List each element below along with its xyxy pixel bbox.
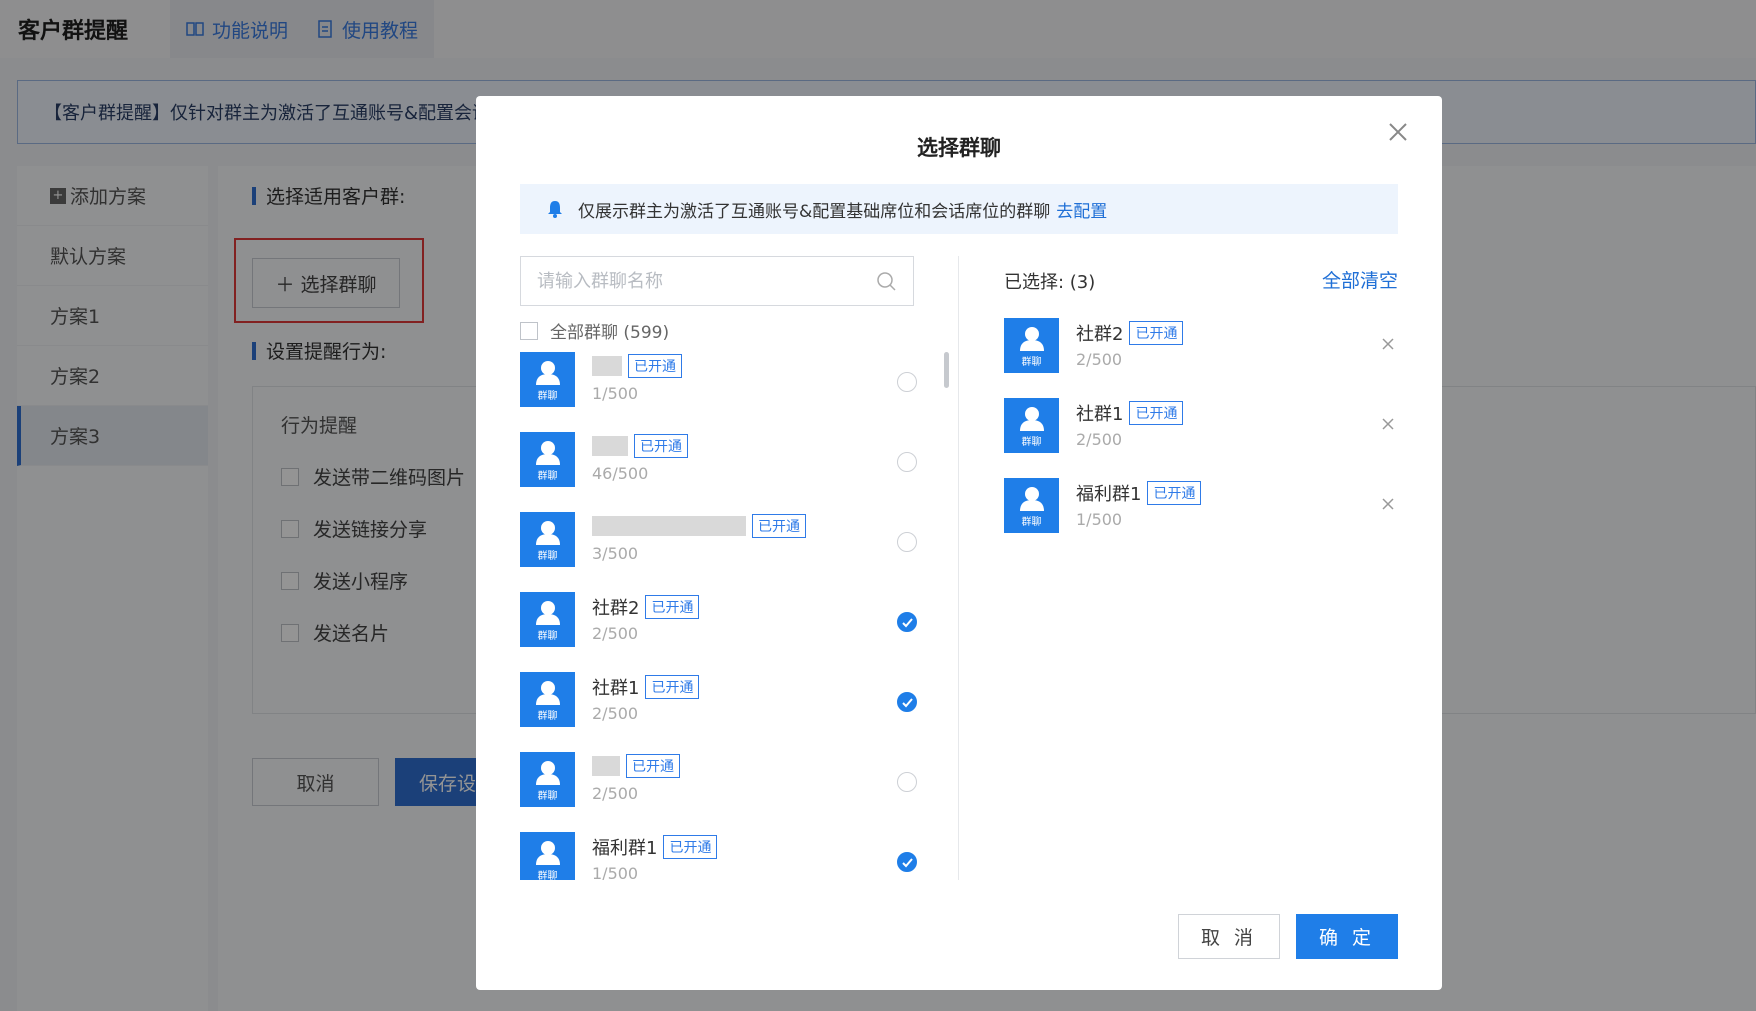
group-name: 已开通 xyxy=(592,754,680,778)
list-item[interactable]: 群聊 社群2 已开通 2/500 xyxy=(520,592,920,662)
selected-item: 群聊 福利群1 已开通 1/500 xyxy=(1004,478,1398,548)
select-radio[interactable] xyxy=(897,372,917,392)
status-badge: 已开通 xyxy=(645,595,700,619)
group-avatar: 群聊 xyxy=(520,832,575,880)
select-radio[interactable] xyxy=(897,692,917,712)
group-icon xyxy=(536,681,560,705)
redacted-name xyxy=(592,356,622,376)
group-name: 已开通 xyxy=(592,514,806,538)
group-icon xyxy=(1020,327,1044,351)
remove-icon[interactable] xyxy=(1378,494,1398,514)
configure-link[interactable]: 去配置 xyxy=(1056,197,1107,222)
member-count: 46/500 xyxy=(592,464,649,483)
status-badge: 已开通 xyxy=(663,835,718,859)
list-item[interactable]: 群聊 已开通 46/500 xyxy=(520,432,920,502)
list-item[interactable]: 群聊 已开通 1/500 xyxy=(520,352,920,422)
group-avatar: 群聊 xyxy=(520,752,575,807)
check-icon xyxy=(902,698,913,708)
selected-item: 群聊 社群1 已开通 2/500 xyxy=(1004,398,1398,468)
group-name: 已开通 xyxy=(592,434,688,458)
list-item[interactable]: 群聊 已开通 2/500 xyxy=(520,752,920,822)
member-count: 3/500 xyxy=(592,544,639,563)
remove-icon[interactable] xyxy=(1378,414,1398,434)
list-item[interactable]: 群聊 福利群1 已开通 1/500 xyxy=(520,832,920,880)
group-name: 社群1 已开通 xyxy=(1076,400,1184,426)
select-all-checkbox[interactable]: 全部群聊 (599) xyxy=(520,318,669,343)
modal-title: 选择群聊 xyxy=(917,136,1001,160)
select-radio[interactable] xyxy=(897,532,917,552)
list-item[interactable]: 群聊 社群1 已开通 2/500 xyxy=(520,672,920,742)
status-badge: 已开通 xyxy=(1147,481,1202,505)
group-avatar: 群聊 xyxy=(1004,478,1059,533)
remove-icon[interactable] xyxy=(1378,334,1398,354)
member-count: 2/500 xyxy=(1076,350,1123,369)
group-icon xyxy=(1020,487,1044,511)
status-badge: 已开通 xyxy=(626,754,680,778)
group-avatar: 群聊 xyxy=(1004,318,1059,373)
member-count: 2/500 xyxy=(592,624,639,643)
member-count: 1/500 xyxy=(592,384,639,403)
clear-all-link[interactable]: 全部清空 xyxy=(1322,266,1398,293)
redacted-name xyxy=(592,756,620,776)
group-icon xyxy=(536,441,560,465)
group-name: 福利群1 已开通 xyxy=(592,834,718,860)
member-count: 1/500 xyxy=(592,864,639,880)
select-group-modal: 选择群聊 仅展示群主为激活了互通账号&配置基础席位和会话席位的群聊 去配置 全部… xyxy=(476,96,1442,990)
search-icon[interactable] xyxy=(875,270,897,292)
group-icon xyxy=(536,361,560,385)
group-icon xyxy=(1020,407,1044,431)
checkbox[interactable] xyxy=(520,321,538,340)
status-badge: 已开通 xyxy=(1129,321,1184,345)
list-item[interactable]: 群聊 已开通 3/500 xyxy=(520,512,920,582)
group-avatar: 群聊 xyxy=(520,672,575,727)
modal-cancel-button[interactable]: 取 消 xyxy=(1178,914,1280,959)
select-radio[interactable] xyxy=(897,852,917,872)
group-icon xyxy=(536,841,560,865)
select-radio[interactable] xyxy=(897,452,917,472)
group-avatar: 群聊 xyxy=(520,432,575,487)
bell-icon xyxy=(548,201,562,218)
member-count: 2/500 xyxy=(592,784,639,803)
selected-count: 已选择: (3) xyxy=(1004,272,1096,293)
status-badge: 已开通 xyxy=(645,675,700,699)
group-icon xyxy=(536,761,560,785)
group-avatar: 群聊 xyxy=(520,352,575,407)
group-avatar: 群聊 xyxy=(520,592,575,647)
group-name: 社群2 已开通 xyxy=(1076,320,1184,346)
check-icon xyxy=(902,618,913,628)
status-badge: 已开通 xyxy=(752,514,806,538)
member-count: 1/500 xyxy=(1076,510,1123,529)
group-name: 福利群1 已开通 xyxy=(1076,480,1202,506)
search-box xyxy=(520,256,914,306)
group-avatar: 群聊 xyxy=(520,512,575,567)
member-count: 2/500 xyxy=(592,704,639,723)
group-icon xyxy=(536,601,560,625)
search-input[interactable] xyxy=(537,270,875,292)
status-badge: 已开通 xyxy=(628,354,682,378)
group-name: 社群1 已开通 xyxy=(592,674,700,700)
select-radio[interactable] xyxy=(897,772,917,792)
redacted-name xyxy=(592,436,628,456)
member-count: 2/500 xyxy=(1076,430,1123,449)
close-icon[interactable] xyxy=(1384,118,1412,146)
modal-tip: 仅展示群主为激活了互通账号&配置基础席位和会话席位的群聊 去配置 xyxy=(520,184,1398,234)
group-name: 已开通 xyxy=(592,354,682,378)
modal-confirm-button[interactable]: 确 定 xyxy=(1296,914,1398,959)
group-list: 群聊 已开通 1/500 群聊 已开通 46/500 群聊 已开通 3/500 … xyxy=(520,352,920,880)
status-badge: 已开通 xyxy=(634,434,688,458)
list-scrollbar[interactable] xyxy=(944,352,949,388)
check-icon xyxy=(902,858,913,868)
select-radio[interactable] xyxy=(897,612,917,632)
status-badge: 已开通 xyxy=(1129,401,1184,425)
panel-divider xyxy=(958,256,959,880)
group-avatar: 群聊 xyxy=(1004,398,1059,453)
group-name: 社群2 已开通 xyxy=(592,594,700,620)
group-icon xyxy=(536,521,560,545)
redacted-name xyxy=(592,516,746,536)
selected-item: 群聊 社群2 已开通 2/500 xyxy=(1004,318,1398,388)
